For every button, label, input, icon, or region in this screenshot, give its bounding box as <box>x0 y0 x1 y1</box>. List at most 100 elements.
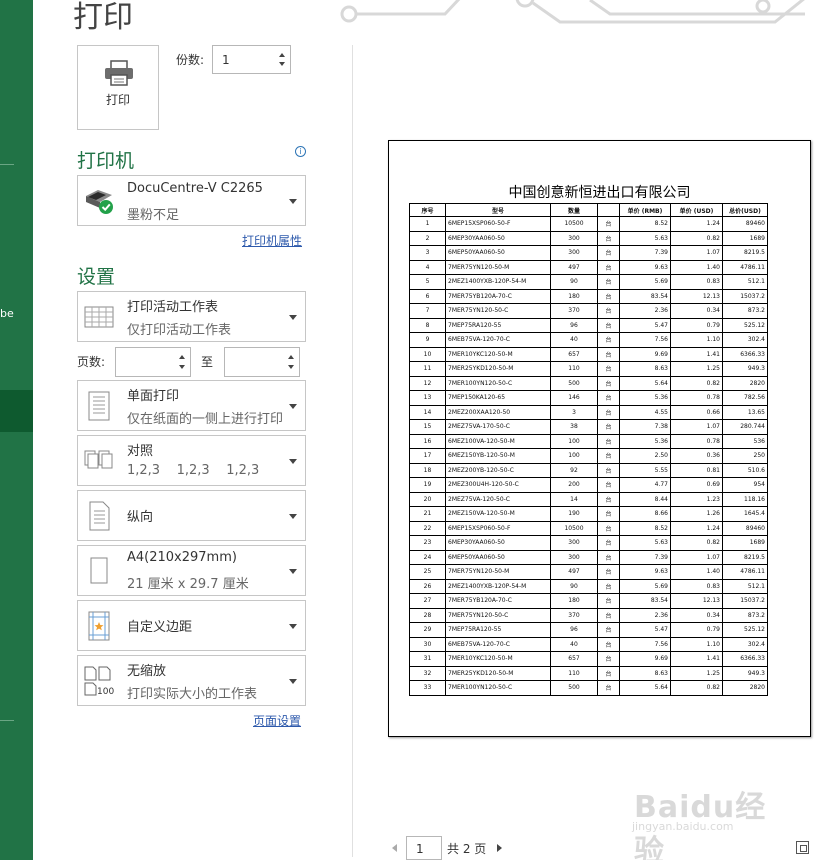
spinner-icon[interactable] <box>285 348 299 376</box>
preview-cell: 3 <box>550 404 598 420</box>
spinner-icon[interactable] <box>276 46 290 73</box>
preview-cell: 17 <box>409 448 446 464</box>
preview-table-row: 3 6MEP50YAA060-50 300 台 7.39 1.07 8219.5 <box>409 245 768 261</box>
preview-cell: 7MER75YN120-50-M <box>445 564 551 580</box>
preview-cell: 497 <box>550 259 598 275</box>
preview-cell: 30 <box>409 636 446 652</box>
preview-cell: 1.25 <box>670 361 723 377</box>
page-setup-link[interactable]: 页面设置 <box>253 712 301 729</box>
preview-cell: 27 <box>409 593 446 609</box>
preview-cell: 6MEP50YAA060-50 <box>445 245 551 261</box>
rail-item-print-selected[interactable] <box>0 390 33 432</box>
preview-cell: 0.81 <box>670 462 723 478</box>
chevron-down-icon <box>289 513 297 519</box>
print-scope-select[interactable]: 打印活动工作表 仅打印活动工作表 <box>77 291 306 342</box>
preview-cell: 8.63 <box>619 665 671 681</box>
preview-cell: 14 <box>409 404 446 420</box>
preview-cell: 300 <box>550 230 598 246</box>
preview-cell: 280.744 <box>722 419 768 435</box>
collate-desc: 1,2,3 1,2,3 1,2,3 <box>127 463 260 478</box>
preview-cell: 1.40 <box>670 564 723 580</box>
preview-cell: 873.2 <box>722 607 768 623</box>
orientation-select[interactable]: 纵向 <box>77 490 306 541</box>
preview-cell: 0.82 <box>670 680 723 696</box>
preview-header-cell: 序号 <box>409 203 446 217</box>
print-preview-page: 中国创意新恒进出口有限公司 序号 型号 数量 单价 (RMB) 单价 (USD) 总价(U… <box>388 140 811 737</box>
preview-cell: 台 <box>597 216 620 232</box>
next-page-icon[interactable] <box>497 844 502 852</box>
preview-cell: 7.39 <box>619 245 671 261</box>
printer-select[interactable]: DocuCentre-V C2265 墨粉不足 <box>77 175 306 226</box>
preview-cell: 8.44 <box>619 491 671 507</box>
preview-cell: 31 <box>409 651 446 667</box>
margins-select[interactable]: 自定义边距 <box>77 600 306 651</box>
sheet-grid-icon <box>84 306 114 327</box>
preview-cell: 200 <box>550 477 598 493</box>
spinner-icon[interactable] <box>176 348 190 376</box>
preview-cell: 20 <box>409 491 446 507</box>
preview-table-row: 1 6MEP15XSP060-50-F 10500 台 8.52 1.24 89460 <box>409 216 768 232</box>
preview-table-row: 7 7MER75YN120-50-C 370 台 2.36 0.34 873.2 <box>409 303 768 319</box>
pages-to-input[interactable] <box>224 347 300 377</box>
preview-cell: 2MEZ75VA-120-50-C <box>445 491 551 507</box>
preview-cell: 8 <box>409 317 446 333</box>
preview-cell: 台 <box>597 332 620 348</box>
scaling-select[interactable]: 100 无缩放 打印实际大小的工作表 <box>77 655 306 706</box>
preview-cell: 台 <box>597 274 620 290</box>
preview-cell: 8219.5 <box>722 245 768 261</box>
preview-table-row: 17 6MEZ150YB-120-50-M 100 台 2.50 0.36 250 <box>409 448 768 464</box>
preview-cell: 5.63 <box>619 535 671 551</box>
preview-cell: 9.63 <box>619 259 671 275</box>
preview-table-row: 21 2MEZ150VA-120-50-M 190 台 8.66 1.26 1645.4 <box>409 506 768 522</box>
preview-cell: 4.55 <box>619 404 671 420</box>
preview-table-row: 9 6MEB75VA-120-70-C 40 台 7.56 1.10 302.4 <box>409 332 768 348</box>
preview-cell: 497 <box>550 564 598 580</box>
copies-stepper[interactable]: 1 <box>212 45 291 74</box>
pages-to-label: 至 <box>201 355 214 369</box>
printer-properties-link[interactable]: 打印机属性 <box>242 232 302 249</box>
preview-cell: 33 <box>409 680 446 696</box>
preview-cell: 300 <box>550 549 598 565</box>
preview-cell: 0.82 <box>670 535 723 551</box>
printer-status: 墨粉不足 <box>127 208 180 223</box>
preview-cell: 949.3 <box>722 665 768 681</box>
preview-cell: 0.82 <box>670 230 723 246</box>
preview-cell: 2820 <box>722 680 768 696</box>
scaling-title: 无缩放 <box>127 664 167 679</box>
preview-cell: 4786.11 <box>722 564 768 580</box>
preview-cell: 7MEP75RA120-55 <box>445 317 551 333</box>
margins-title: 自定义边距 <box>127 620 193 635</box>
preview-cell: 5.36 <box>619 390 671 406</box>
info-icon[interactable]: i <box>295 146 306 157</box>
current-page-value: 1 <box>416 842 424 856</box>
chevron-down-icon <box>289 314 297 320</box>
preview-cell: 25 <box>409 564 446 580</box>
collate-title: 对照 <box>127 444 154 459</box>
preview-cell: 1 <box>409 216 446 232</box>
preview-cell: 2.36 <box>619 607 671 623</box>
preview-cell: 2MEZ200YB-120-50-C <box>445 462 551 478</box>
preview-cell: 24 <box>409 549 446 565</box>
preview-cell: 7 <box>409 303 446 319</box>
watermark-url: jingyan.baidu.com <box>632 820 734 833</box>
preview-cell: 7MER100YN120-50-C <box>445 680 551 696</box>
prev-page-icon[interactable] <box>392 844 397 852</box>
preview-cell: 2MEZ300U4H-120-50-C <box>445 477 551 493</box>
preview-cell: 0.78 <box>670 433 723 449</box>
preview-cell: 1.41 <box>670 651 723 667</box>
collate-select[interactable]: 对照 1,2,3 1,2,3 1,2,3 <box>77 435 306 486</box>
preview-header-cell: 单价 (USD) <box>670 203 723 217</box>
preview-cell: 83.54 <box>619 593 671 609</box>
chevron-down-icon <box>289 568 297 574</box>
print-button[interactable]: 打印 <box>77 45 159 130</box>
preview-cell: 370 <box>550 303 598 319</box>
zoom-to-page-icon[interactable] <box>796 841 809 854</box>
pages-from-input[interactable] <box>115 347 191 377</box>
current-page-input[interactable]: 1 <box>406 836 442 860</box>
sides-select[interactable]: 单面打印 仅在纸面的一侧上进行打印 <box>77 380 306 431</box>
preview-cell: 6MEB75VA-120-70-C <box>445 332 551 348</box>
paper-size-select[interactable]: A4(210x297mm) 21 厘米 x 29.7 厘米 <box>77 545 306 596</box>
preview-cell: 302.4 <box>722 636 768 652</box>
preview-cell: 5.69 <box>619 274 671 290</box>
rail-item-partial[interactable]: be <box>0 307 14 320</box>
